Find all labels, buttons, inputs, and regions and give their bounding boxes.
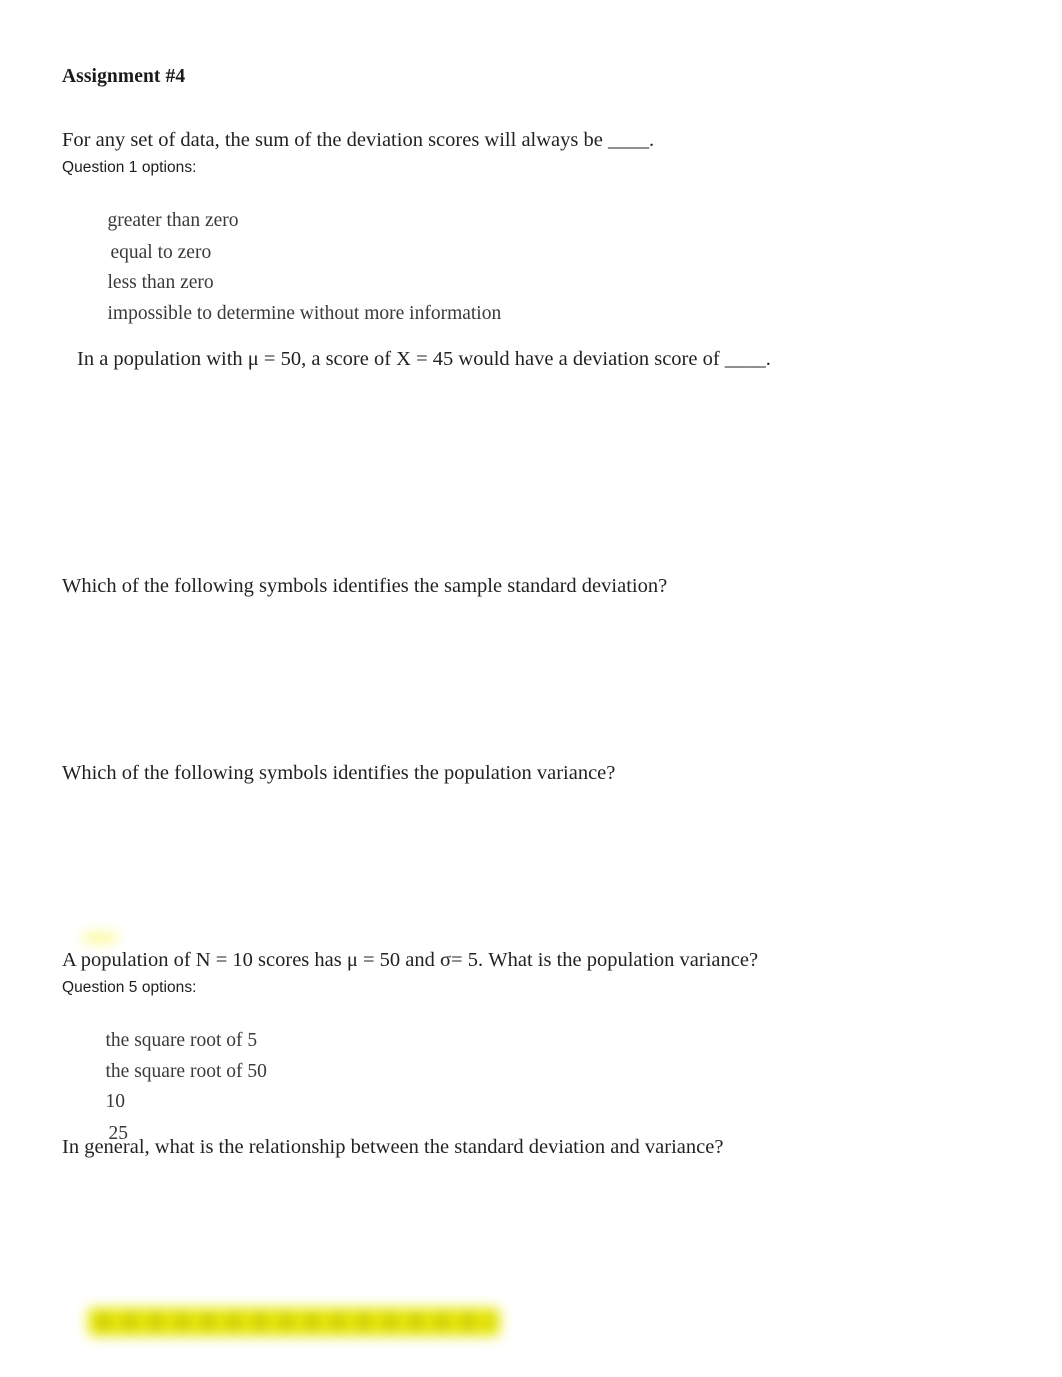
question-5-stem: A population of N = 10 scores has μ = 50… — [62, 949, 759, 971]
question-3-stem: Which of the following symbols identifie… — [62, 575, 668, 597]
option-text: the square root of 50 — [105, 1061, 267, 1082]
question-1-options-label: Question 1 options: — [62, 159, 197, 176]
question-1-option-3[interactable]: impossible to determine without more inf… — [88, 281, 502, 347]
question-4-answer-region — [62, 800, 822, 940]
question-4-stem: Which of the following symbols identifie… — [62, 762, 616, 784]
obscured-highlighted-line-text — [96, 1314, 492, 1330]
option-text: impossible to determine without more inf… — [107, 303, 502, 324]
question-1-stem: For any set of data, the sum of the devi… — [62, 129, 655, 151]
question-2-answer-region — [62, 385, 822, 555]
question-6-answer-region — [62, 1175, 822, 1300]
question-5-options-label: Question 5 options: — [62, 979, 197, 996]
question-3-answer-region — [62, 612, 822, 757]
question-6-stem: In general, what is the relationship bet… — [62, 1136, 724, 1158]
question-2-stem: In a population with μ = 50, a score of … — [77, 348, 771, 370]
document-page: Assignment #4 For any set of data, the s… — [0, 0, 1062, 1377]
page-title: Assignment #4 — [62, 66, 186, 87]
